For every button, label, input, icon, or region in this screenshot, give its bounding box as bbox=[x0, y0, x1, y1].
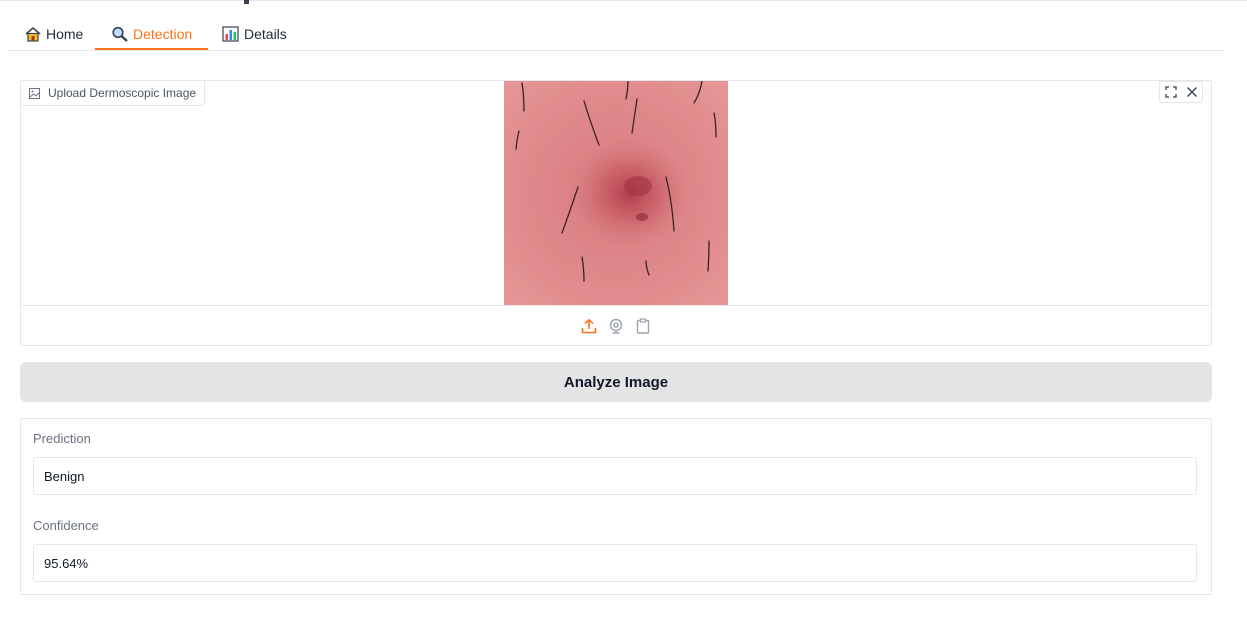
clipboard-icon bbox=[636, 317, 650, 334]
top-edge-divider bbox=[0, 0, 1247, 1]
tab-details-label: Details bbox=[244, 25, 287, 42]
image-input-label-text: Upload Dermoscopic Image bbox=[48, 86, 197, 100]
dermoscopic-image-preview bbox=[504, 81, 728, 305]
results-panel: Prediction Benign Confidence 95.64% bbox=[20, 418, 1212, 595]
tab-home[interactable]: Home bbox=[24, 18, 83, 49]
image-upload-panel[interactable]: Upload Dermoscopic Image bbox=[20, 80, 1212, 346]
close-icon bbox=[1186, 87, 1197, 97]
prediction-label: Prediction bbox=[33, 431, 91, 446]
tab-home-label: Home bbox=[46, 25, 84, 42]
tab-detection-label: Detection bbox=[133, 25, 193, 42]
fullscreen-icon bbox=[1164, 86, 1177, 98]
image-icon bbox=[29, 87, 40, 99]
upload-source-button[interactable] bbox=[580, 316, 599, 335]
clipped-title-fragment bbox=[244, 0, 249, 4]
webcam-source-button[interactable] bbox=[607, 316, 626, 335]
analyze-image-button[interactable]: Analyze Image bbox=[20, 362, 1212, 402]
house-icon bbox=[25, 26, 41, 42]
bar-chart-icon bbox=[222, 25, 239, 42]
image-source-selector bbox=[21, 306, 1211, 345]
image-input-label: Upload Dermoscopic Image bbox=[21, 81, 206, 106]
tab-bar: Home Detection Details bbox=[8, 18, 1224, 51]
clipboard-source-button[interactable] bbox=[634, 316, 653, 335]
tab-detection[interactable]: Detection bbox=[95, 18, 209, 50]
magnifier-icon bbox=[112, 26, 128, 42]
clear-image-button[interactable] bbox=[1181, 82, 1202, 102]
confidence-field[interactable]: 95.64% bbox=[33, 544, 1197, 582]
image-tool-bar bbox=[1159, 81, 1203, 103]
confidence-label: Confidence bbox=[33, 518, 99, 533]
tab-details[interactable]: Details bbox=[222, 18, 287, 49]
upload-icon bbox=[581, 318, 597, 333]
webcam-icon bbox=[609, 318, 623, 334]
fullscreen-button[interactable] bbox=[1160, 82, 1181, 102]
prediction-field[interactable]: Benign bbox=[33, 457, 1197, 495]
